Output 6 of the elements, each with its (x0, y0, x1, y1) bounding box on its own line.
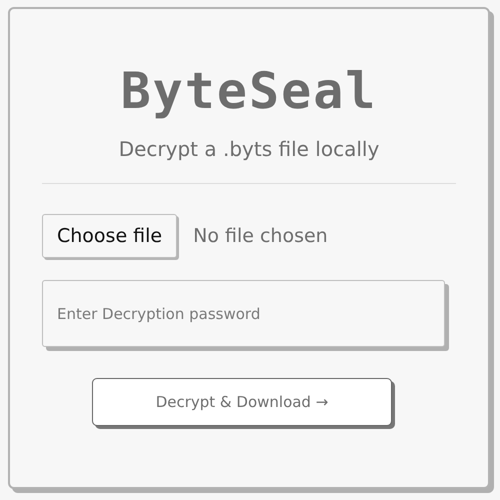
choose-file-button[interactable]: Choose file (42, 214, 178, 258)
app-title: ByteSeal (120, 61, 378, 121)
file-status: No file chosen (193, 225, 328, 247)
decrypt-download-button[interactable]: Decrypt & Download → (92, 378, 392, 426)
password-field[interactable]: Enter Decryption password (42, 280, 445, 347)
subtitle: Decrypt a .byts file locally (118, 136, 380, 163)
